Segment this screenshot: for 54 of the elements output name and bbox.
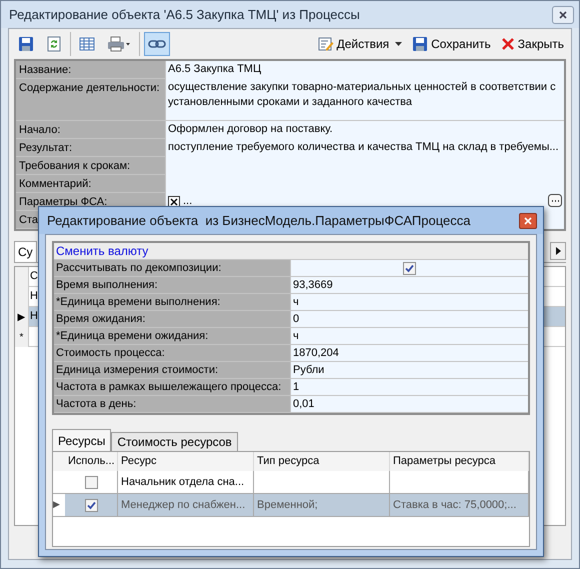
row-marker: ▶ xyxy=(53,498,60,512)
table-row[interactable]: ▶ Менеджер по снабжен... Временной; Ставка в час: 75,0000;... xyxy=(53,494,529,517)
property-value-field[interactable]: 93,3669 xyxy=(290,277,528,293)
table-cell-text: Начальник отдела сна... xyxy=(121,474,244,490)
property-value: поступление требуемого количества и качества ТМЦ на склад в требуемы... xyxy=(168,140,559,155)
property-value: осуществление закупки товарно-материальных ценностей в соответствии с установленными сроками и заданного качества xyxy=(168,80,557,110)
property-value-field[interactable]: поступление требуемого количества и качества ТМЦ на склад в требуемы... xyxy=(165,139,564,156)
property-label: Стоимость процесса: xyxy=(55,346,166,361)
property-value-field[interactable]: 0,01 xyxy=(290,396,528,412)
property-label: Частота в день: xyxy=(55,397,138,412)
property-value-field[interactable]: 1 xyxy=(290,379,528,395)
property-value: А6.5 Закупка ТМЦ xyxy=(168,62,262,77)
grid-cell-text: С xyxy=(30,269,38,284)
actions-menu-button[interactable]: Действия xyxy=(316,33,404,55)
tab[interactable]: Стоимость ресурсов xyxy=(111,432,238,451)
property-label: Время ожидания: xyxy=(55,312,146,327)
row-header[interactable]: ▶ xyxy=(15,307,29,327)
property-label: Начало: xyxy=(19,124,60,136)
property-value-field[interactable]: Рубли xyxy=(290,362,528,378)
property-value-field[interactable]: осуществление закупки товарно-материальных ценностей в соответствии с установленными сроками и заданного качества xyxy=(165,79,564,120)
grid-cell-text: Н xyxy=(30,309,38,324)
property-value-field[interactable]: Оформлен договор на поставку. xyxy=(165,121,564,138)
property-label: Результат: xyxy=(19,142,72,154)
property-value: ... xyxy=(183,194,192,209)
property-value: Оформлен договор на поставку. xyxy=(168,122,333,137)
tab[interactable]: Су xyxy=(14,241,37,262)
close-button[interactable]: Закрыть xyxy=(498,33,566,55)
table-cell-text: Менеджер по снабжен... xyxy=(121,498,246,513)
property-label: Время выполнения: xyxy=(55,278,159,293)
property-label: Частота в рамках вышележащего процесса: xyxy=(55,380,282,395)
property-label: Комментарий: xyxy=(19,178,92,190)
row-header[interactable]: * xyxy=(15,327,29,347)
property-label: Рассчитывать по декомпозиции: xyxy=(55,261,222,276)
property-value-field[interactable]: ч xyxy=(290,294,528,310)
table-cell-text: Временной; xyxy=(257,498,318,513)
dialog-title: Редактирование объекта из БизнесМодель.ПараметрыФСАПроцесса xyxy=(47,212,470,230)
property-label: *Единица времени ожидания: xyxy=(55,329,210,344)
property-value-field[interactable]: А6.5 Закупка ТМЦ xyxy=(165,61,564,78)
table-row[interactable]: Начальник отдела сна... xyxy=(53,471,529,494)
property-label: Содержание деятельности: xyxy=(19,82,160,94)
table-cell-text: Ставка в час: 75,0000;... xyxy=(393,498,516,513)
window-title: Редактирование объекта 'А6.5 Закупка ТМЦ' из Процессы xyxy=(9,6,360,24)
property-label: *Единица времени выполнения: xyxy=(55,295,222,310)
property-label: Единица измерения стоимости: xyxy=(55,363,220,378)
tab[interactable]: Ресурсы xyxy=(52,429,112,451)
property-label: Название: xyxy=(19,64,72,76)
property-value-field[interactable]: 1870,204 xyxy=(290,345,528,361)
save-button[interactable]: Сохранить xyxy=(410,33,493,55)
property-label: Требования к срокам: xyxy=(19,160,130,172)
grid-cell-text: Н xyxy=(30,289,38,304)
property-label: Ста xyxy=(19,214,38,226)
property-value-field[interactable]: 0 xyxy=(290,311,528,327)
property-label: Параметры ФСА: xyxy=(19,196,108,208)
property-value-field[interactable]: ч xyxy=(290,328,528,344)
